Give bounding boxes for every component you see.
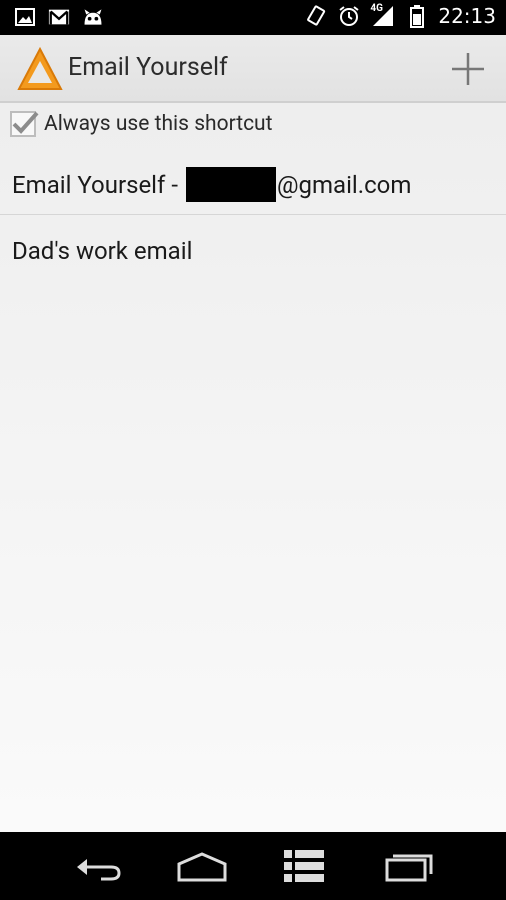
action-bar: Email Yourself — [0, 35, 506, 103]
plus-icon[interactable] — [450, 51, 486, 87]
battery-icon — [406, 5, 428, 28]
back-icon[interactable] — [68, 846, 128, 886]
list-item-dads-work-email[interactable]: Dad's work email — [0, 223, 506, 279]
network-label: 4G — [370, 3, 383, 14]
list-item-label: Dad's work email — [12, 237, 193, 265]
rotate-icon — [306, 5, 328, 27]
recents-icon[interactable] — [379, 846, 439, 886]
image-icon — [14, 6, 36, 28]
cyanogen-icon — [82, 6, 104, 28]
status-time: 22:13 — [438, 4, 496, 28]
gmail-icon — [48, 6, 70, 28]
list-item-email-yourself[interactable]: Email Yourself - @gmail.com — [0, 155, 506, 215]
home-icon[interactable] — [172, 846, 232, 886]
alarm-icon — [338, 5, 360, 27]
app-title: Email Yourself — [68, 53, 228, 82]
email-prefix: Email Yourself - — [12, 170, 178, 199]
always-use-shortcut-row[interactable]: Always use this shortcut — [10, 111, 273, 137]
content-area: Always use this shortcut Email Yourself … — [0, 103, 506, 832]
status-bar: 4G 22:13 — [0, 0, 506, 35]
app-logo-icon[interactable] — [16, 45, 64, 93]
email-suffix: @gmail.com — [276, 170, 412, 199]
always-use-checkbox[interactable] — [10, 111, 39, 137]
menu-icon[interactable] — [274, 846, 334, 886]
navigation-bar — [0, 832, 506, 900]
always-use-label: Always use this shortcut — [44, 112, 273, 136]
checkmark-icon — [12, 111, 39, 134]
redacted-block — [185, 167, 276, 202]
signal-icon: 4G — [370, 3, 396, 27]
